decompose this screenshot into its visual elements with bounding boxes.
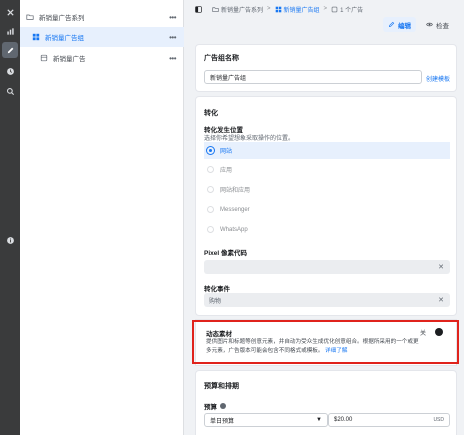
budget-card: 预算和排期 预算 单日预算 ▼ $20.00 USD bbox=[195, 370, 457, 435]
campaign-tree: 新销量广告系列 ••• 新销量广告组 ••• 新销量广告 ••• bbox=[20, 0, 184, 435]
budget-type-select[interactable]: 单日预算 ▼ bbox=[204, 413, 328, 427]
breadcrumb-adset[interactable]: 新销量广告组 bbox=[275, 5, 320, 14]
grid-icon bbox=[275, 6, 281, 12]
radio-label: Messenger bbox=[220, 206, 250, 213]
edit-button[interactable]: 编辑 bbox=[383, 17, 416, 32]
history-button[interactable] bbox=[2, 63, 18, 79]
pixel-label: Pixel 像素代码 bbox=[204, 250, 247, 257]
breadcrumb-adset-label: 新销量广告组 bbox=[283, 7, 320, 14]
panel-toggle-icon[interactable] bbox=[195, 5, 204, 14]
radio-label: WhatsApp bbox=[220, 226, 248, 233]
radio-app[interactable]: 应用 bbox=[204, 161, 450, 178]
pencil-icon bbox=[388, 21, 395, 28]
event-label: 转化事件 bbox=[204, 286, 230, 293]
ad-icon bbox=[331, 6, 338, 12]
radio-website-and-app[interactable]: 网站和应用 bbox=[204, 181, 450, 198]
breadcrumb-campaign-label: 新销量广告系列 bbox=[221, 7, 264, 14]
conversion-location-desc: 选择你希望想象采取操作的位置。 bbox=[204, 136, 295, 142]
radio-empty-icon bbox=[207, 226, 214, 233]
breadcrumb-ad[interactable]: 1 个广告 bbox=[331, 5, 363, 14]
radio-messenger[interactable]: Messenger bbox=[204, 201, 450, 218]
folder-icon bbox=[212, 6, 219, 12]
tree-item-label: 新销量广告 bbox=[53, 56, 86, 63]
close-icon bbox=[6, 8, 14, 16]
conversion-title: 转化 bbox=[204, 110, 218, 117]
info-icon bbox=[6, 236, 14, 244]
budget-type-value: 单日预算 bbox=[210, 418, 235, 425]
review-button-label: 检查 bbox=[436, 22, 449, 30]
chevron-right-icon: > bbox=[323, 6, 328, 12]
caret-down-icon: ▼ bbox=[316, 417, 322, 423]
chevron-right-icon: > bbox=[267, 6, 271, 12]
search-icon bbox=[6, 87, 14, 95]
tree-item-label: 新销量广告系列 bbox=[39, 15, 85, 22]
budget-amount-input[interactable]: $20.00 USD bbox=[328, 413, 450, 427]
info-button[interactable] bbox=[2, 232, 18, 248]
clear-icon[interactable]: ✕ bbox=[438, 263, 444, 271]
adset-name-input[interactable]: 新销量广告组 bbox=[204, 70, 422, 84]
adset-name-title: 广告组名称 bbox=[204, 55, 239, 62]
close-button[interactable] bbox=[2, 4, 18, 20]
highlight-box bbox=[192, 320, 459, 364]
mode-switch: 编辑 检查 bbox=[378, 17, 454, 32]
pencil-icon bbox=[7, 47, 13, 53]
budget-amount-value: $20.00 bbox=[334, 417, 353, 423]
breadcrumb-ad-label: 1 个广告 bbox=[340, 7, 364, 14]
pixel-select[interactable]: ✕ bbox=[204, 260, 450, 274]
radio-empty-icon bbox=[207, 166, 214, 173]
clear-icon[interactable]: ✕ bbox=[438, 296, 444, 304]
adset-name-value: 新销量广告组 bbox=[210, 75, 247, 82]
editor-main: 新销量广告系列 > 新销量广告组 > 1 个广告 编辑 检查 广告组名称 新销量… bbox=[185, 0, 464, 435]
radio-label: 网站和应用 bbox=[220, 188, 251, 194]
breadcrumb: 新销量广告系列 > 新销量广告组 > 1 个广告 bbox=[195, 3, 363, 15]
conversion-card: 转化 转化发生位置 选择你希望想象采取操作的位置。 网站 应用 网站和应用 Me… bbox=[195, 96, 457, 316]
tree-item-campaign[interactable]: 新销量广告系列 ••• bbox=[20, 7, 184, 27]
search-button[interactable] bbox=[2, 83, 18, 99]
editor-header: 新销量广告系列 > 新销量广告组 > 1 个广告 编辑 检查 bbox=[185, 0, 464, 42]
ad-icon bbox=[40, 54, 48, 62]
grid-icon bbox=[32, 33, 40, 41]
icon-rail bbox=[0, 0, 20, 435]
radio-empty-icon bbox=[207, 186, 214, 193]
edit-button-label: 编辑 bbox=[398, 22, 411, 30]
radio-label: 应用 bbox=[220, 168, 233, 174]
chart-icon bbox=[6, 27, 14, 35]
info-icon[interactable] bbox=[220, 403, 226, 409]
more-icon[interactable]: ••• bbox=[169, 54, 176, 63]
radio-empty-icon bbox=[207, 206, 214, 213]
tree-item-ad[interactable]: 新销量广告 ••• bbox=[20, 48, 184, 68]
radio-whatsapp[interactable]: WhatsApp bbox=[204, 221, 450, 238]
radio-selected-icon bbox=[207, 147, 214, 154]
tree-item-label: 新销量广告组 bbox=[45, 35, 84, 42]
eye-icon bbox=[426, 22, 433, 27]
budget-label: 预算 bbox=[204, 404, 217, 411]
breadcrumb-campaign[interactable]: 新销量广告系列 bbox=[212, 5, 263, 14]
radio-website[interactable]: 网站 bbox=[204, 142, 450, 159]
event-value: 购物 bbox=[209, 298, 222, 305]
radio-label: 网站 bbox=[220, 149, 233, 155]
create-template-link[interactable]: 创建模板 bbox=[426, 74, 450, 83]
reports-button[interactable] bbox=[2, 23, 18, 39]
budget-label-row: 预算 bbox=[204, 401, 226, 411]
event-select[interactable]: 购物 ✕ bbox=[204, 293, 450, 307]
more-icon[interactable]: ••• bbox=[169, 13, 176, 22]
folder-icon bbox=[26, 13, 34, 21]
adset-name-card: 广告组名称 新销量广告组 创建模板 bbox=[195, 44, 457, 92]
review-button[interactable]: 检查 bbox=[421, 17, 454, 32]
edit-mode-button[interactable] bbox=[2, 42, 18, 58]
currency-label: USD bbox=[433, 417, 444, 423]
clock-icon bbox=[6, 67, 14, 75]
more-icon[interactable]: ••• bbox=[169, 33, 176, 42]
budget-title: 预算和排期 bbox=[204, 383, 239, 390]
tree-item-adset[interactable]: 新销量广告组 ••• bbox=[20, 27, 184, 47]
